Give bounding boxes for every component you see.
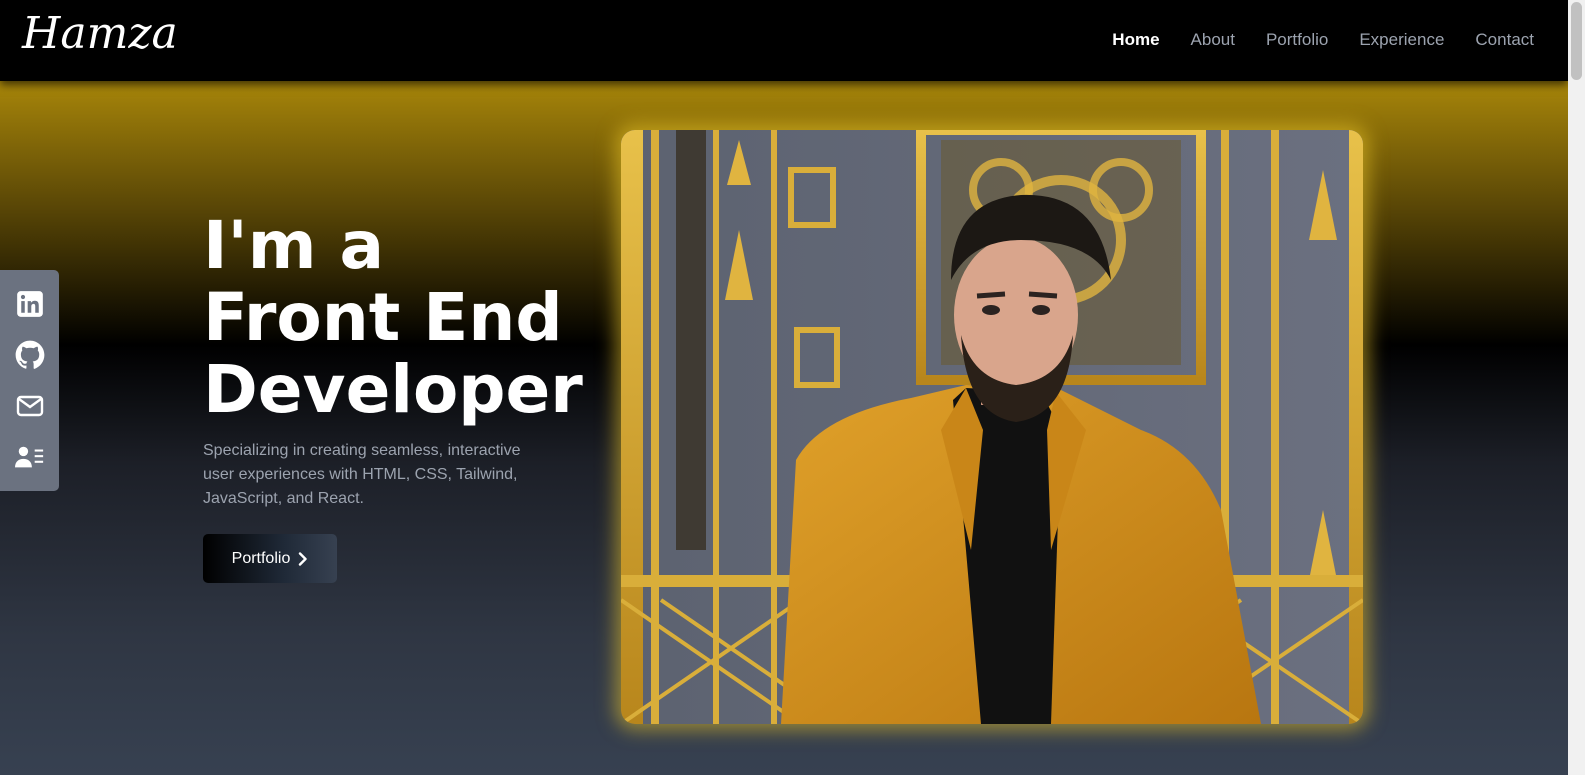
nav-home[interactable]: Home: [1112, 30, 1159, 50]
nav-portfolio[interactable]: Portfolio: [1266, 30, 1328, 50]
nav-experience[interactable]: Experience: [1359, 30, 1444, 50]
headline-line-3: Developer: [203, 351, 583, 428]
linkedin-icon[interactable]: [15, 289, 45, 319]
nav-about[interactable]: About: [1191, 30, 1235, 50]
headline-line-1: I'm a: [203, 207, 385, 284]
scrollbar-thumb[interactable]: [1571, 2, 1582, 80]
github-icon[interactable]: [15, 340, 45, 370]
profile-photo-illustration: [621, 130, 1363, 724]
profile-photo: [621, 130, 1363, 724]
social-links-bar: [0, 270, 59, 491]
portfolio-button[interactable]: Portfolio: [203, 534, 337, 583]
portfolio-button-label: Portfolio: [231, 549, 291, 567]
brand-logo[interactable]: Hamza: [22, 8, 178, 59]
headline-line-2: Front End: [203, 279, 563, 356]
resume-icon[interactable]: [14, 442, 45, 472]
main-nav: Home About Portfolio Experience Contact: [1112, 30, 1534, 50]
nav-contact[interactable]: Contact: [1475, 30, 1534, 50]
chevron-right-icon: [299, 551, 308, 566]
page-scrollbar[interactable]: [1568, 0, 1585, 775]
hero-headline: I'm a Front End Developer: [203, 210, 583, 426]
hero-tagline: Specializing in creating seamless, inter…: [203, 442, 521, 507]
mail-icon[interactable]: [15, 391, 45, 421]
navbar: Hamza Home About Portfolio Experience Co…: [0, 0, 1568, 81]
